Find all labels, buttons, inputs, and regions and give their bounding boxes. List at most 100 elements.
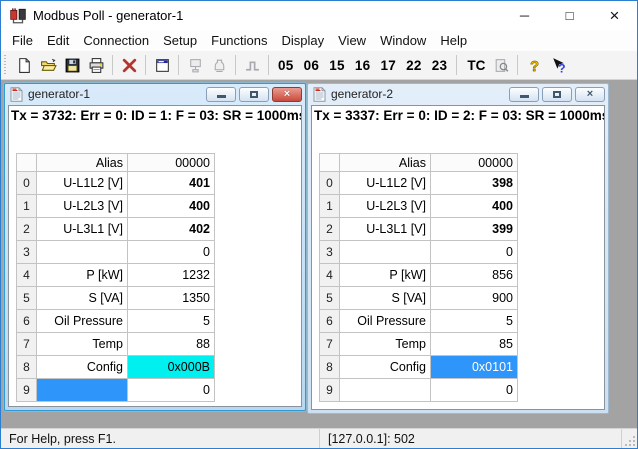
alias-cell[interactable]: U-L1L2 [V] (340, 172, 431, 195)
value-cell[interactable]: 400 (431, 195, 518, 218)
row-number[interactable]: 1 (320, 195, 340, 218)
disconnect-button[interactable] (117, 53, 141, 77)
alias-cell[interactable]: S [VA] (37, 287, 128, 310)
grid-corner-cell[interactable] (17, 154, 37, 172)
new-document-button[interactable] (12, 53, 36, 77)
function-16-button[interactable]: 16 (350, 58, 376, 73)
child-close-button[interactable]: × (272, 87, 302, 102)
row-number[interactable]: 5 (320, 287, 340, 310)
function-23-button[interactable]: 23 (427, 58, 453, 73)
row-number[interactable]: 9 (17, 379, 37, 402)
grid-corner-cell[interactable] (320, 154, 340, 172)
alias-cell[interactable] (340, 241, 431, 264)
minimize-button[interactable]: ─ (502, 1, 547, 30)
alias-cell[interactable]: U-L3L1 [V] (340, 218, 431, 241)
value-cell[interactable]: 856 (431, 264, 518, 287)
menu-view[interactable]: View (331, 31, 373, 51)
setup-poll-definition-button[interactable] (150, 53, 174, 77)
open-file-button[interactable] (36, 53, 60, 77)
print-button[interactable] (84, 53, 108, 77)
menu-window[interactable]: Window (373, 31, 433, 51)
row-number[interactable]: 2 (320, 218, 340, 241)
menu-help[interactable]: Help (433, 31, 474, 51)
resize-grip[interactable] (621, 429, 637, 448)
test-center-button[interactable]: TC (461, 58, 489, 73)
value-cell[interactable]: 400 (128, 195, 215, 218)
alias-cell[interactable]: U-L3L1 [V] (37, 218, 128, 241)
row-number[interactable]: 8 (17, 356, 37, 379)
row-number[interactable]: 3 (320, 241, 340, 264)
menu-display[interactable]: Display (275, 31, 332, 51)
row-number[interactable]: 7 (17, 333, 37, 356)
child-titlebar[interactable]: generator-1 × (5, 84, 305, 104)
alias-column-header[interactable]: Alias (340, 154, 431, 172)
row-number[interactable]: 0 (320, 172, 340, 195)
value-cell[interactable]: 5 (128, 310, 215, 333)
child-window-generator-1[interactable]: generator-1 × Tx = 3732: Err = 0: ID = 1… (4, 83, 306, 411)
single-poll-button[interactable] (240, 53, 264, 77)
communication-traffic-button[interactable] (489, 53, 513, 77)
alias-cell[interactable]: Oil Pressure (340, 310, 431, 333)
child-close-button[interactable]: × (575, 87, 605, 102)
register-column-header[interactable]: 00000 (128, 154, 215, 172)
alias-cell[interactable]: P [kW] (340, 264, 431, 287)
child-minimize-button[interactable] (509, 87, 539, 102)
alias-cell[interactable]: Temp (340, 333, 431, 356)
main-titlebar[interactable]: Modbus Poll - generator-1 ─ □ × (1, 1, 637, 30)
alias-cell[interactable]: Oil Pressure (37, 310, 128, 333)
read-write-disable-button[interactable] (207, 53, 231, 77)
alias-cell[interactable]: Temp (37, 333, 128, 356)
alias-cell[interactable]: U-L1L2 [V] (37, 172, 128, 195)
function-15-button[interactable]: 15 (324, 58, 350, 73)
row-number[interactable]: 9 (320, 379, 340, 402)
value-cell[interactable]: 402 (128, 218, 215, 241)
register-column-header[interactable]: 00000 (431, 154, 518, 172)
alias-cell[interactable] (340, 379, 431, 402)
child-minimize-button[interactable] (206, 87, 236, 102)
row-number[interactable]: 4 (17, 264, 37, 287)
alias-cell[interactable]: S [VA] (340, 287, 431, 310)
value-cell[interactable]: 401 (128, 172, 215, 195)
row-number[interactable]: 1 (17, 195, 37, 218)
child-restore-button[interactable] (239, 87, 269, 102)
row-number[interactable]: 8 (320, 356, 340, 379)
row-number[interactable]: 7 (320, 333, 340, 356)
alias-cell-selected[interactable] (37, 379, 128, 402)
function-05-button[interactable]: 05 (273, 58, 299, 73)
close-button[interactable]: × (592, 1, 637, 30)
function-17-button[interactable]: 17 (376, 58, 402, 73)
row-number[interactable]: 6 (17, 310, 37, 333)
function-06-button[interactable]: 06 (299, 58, 325, 73)
read-write-once-button[interactable] (183, 53, 207, 77)
value-cell[interactable]: 0 (431, 241, 518, 264)
row-number[interactable]: 4 (320, 264, 340, 287)
menu-edit[interactable]: Edit (40, 31, 76, 51)
child-restore-button[interactable] (542, 87, 572, 102)
value-cell[interactable]: 0 (431, 379, 518, 402)
row-number[interactable]: 0 (17, 172, 37, 195)
menu-functions[interactable]: Functions (204, 31, 274, 51)
value-cell[interactable]: 0 (128, 379, 215, 402)
alias-cell[interactable]: Config (37, 356, 128, 379)
alias-cell[interactable] (37, 241, 128, 264)
save-button[interactable] (60, 53, 84, 77)
alias-cell[interactable]: P [kW] (37, 264, 128, 287)
toolbar-gripper[interactable] (4, 55, 9, 75)
child-titlebar[interactable]: generator-2 × (308, 84, 608, 104)
alias-cell[interactable]: Config (340, 356, 431, 379)
row-number[interactable]: 5 (17, 287, 37, 310)
menu-file[interactable]: File (5, 31, 40, 51)
value-cell[interactable]: 399 (431, 218, 518, 241)
about-button[interactable]: ? (522, 53, 546, 77)
value-cell[interactable]: 5 (431, 310, 518, 333)
menu-setup[interactable]: Setup (156, 31, 204, 51)
maximize-button[interactable]: □ (547, 1, 592, 30)
row-number[interactable]: 2 (17, 218, 37, 241)
context-help-button[interactable]: ? (546, 53, 570, 77)
value-cell-selected[interactable]: 0x0101 (431, 356, 518, 379)
row-number[interactable]: 6 (320, 310, 340, 333)
value-cell[interactable]: 88 (128, 333, 215, 356)
value-cell[interactable]: 1350 (128, 287, 215, 310)
value-cell[interactable]: 0 (128, 241, 215, 264)
alias-cell[interactable]: U-L2L3 [V] (340, 195, 431, 218)
